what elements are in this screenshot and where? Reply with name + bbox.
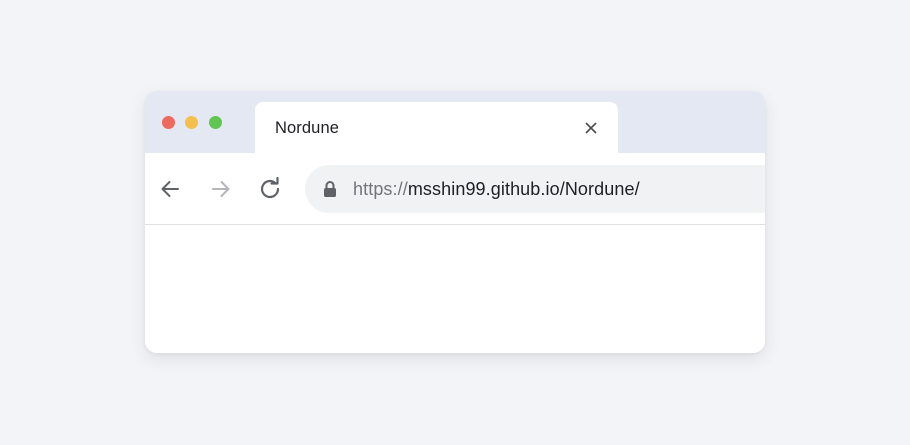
arrow-right-icon xyxy=(212,181,230,197)
browser-window: Nordune https://msshin99.github.io/Nordu… xyxy=(145,91,765,353)
forward-button[interactable] xyxy=(208,176,234,202)
reload-button[interactable] xyxy=(257,176,283,202)
url-path: msshin99.github.io/Nordune/ xyxy=(407,179,640,199)
tab-title: Nordune xyxy=(275,119,339,137)
toolbar: https://msshin99.github.io/Nordune/ xyxy=(145,153,765,225)
tab-close-button[interactable] xyxy=(581,118,601,138)
window-minimize-button[interactable] xyxy=(185,116,198,129)
tab-strip: Nordune xyxy=(145,91,765,153)
url-text[interactable]: https://msshin99.github.io/Nordune/ xyxy=(353,179,640,200)
window-close-button[interactable] xyxy=(162,116,175,129)
window-maximize-button[interactable] xyxy=(209,116,222,129)
arrow-left-icon xyxy=(161,181,179,197)
url-scheme: https:// xyxy=(353,179,408,199)
tab-nordune[interactable]: Nordune xyxy=(255,102,618,153)
page-content xyxy=(145,225,765,353)
address-bar[interactable]: https://msshin99.github.io/Nordune/ xyxy=(305,165,765,213)
back-button[interactable] xyxy=(157,176,183,202)
close-icon xyxy=(585,122,597,134)
reload-icon xyxy=(260,177,280,199)
lock-icon[interactable] xyxy=(322,179,338,199)
